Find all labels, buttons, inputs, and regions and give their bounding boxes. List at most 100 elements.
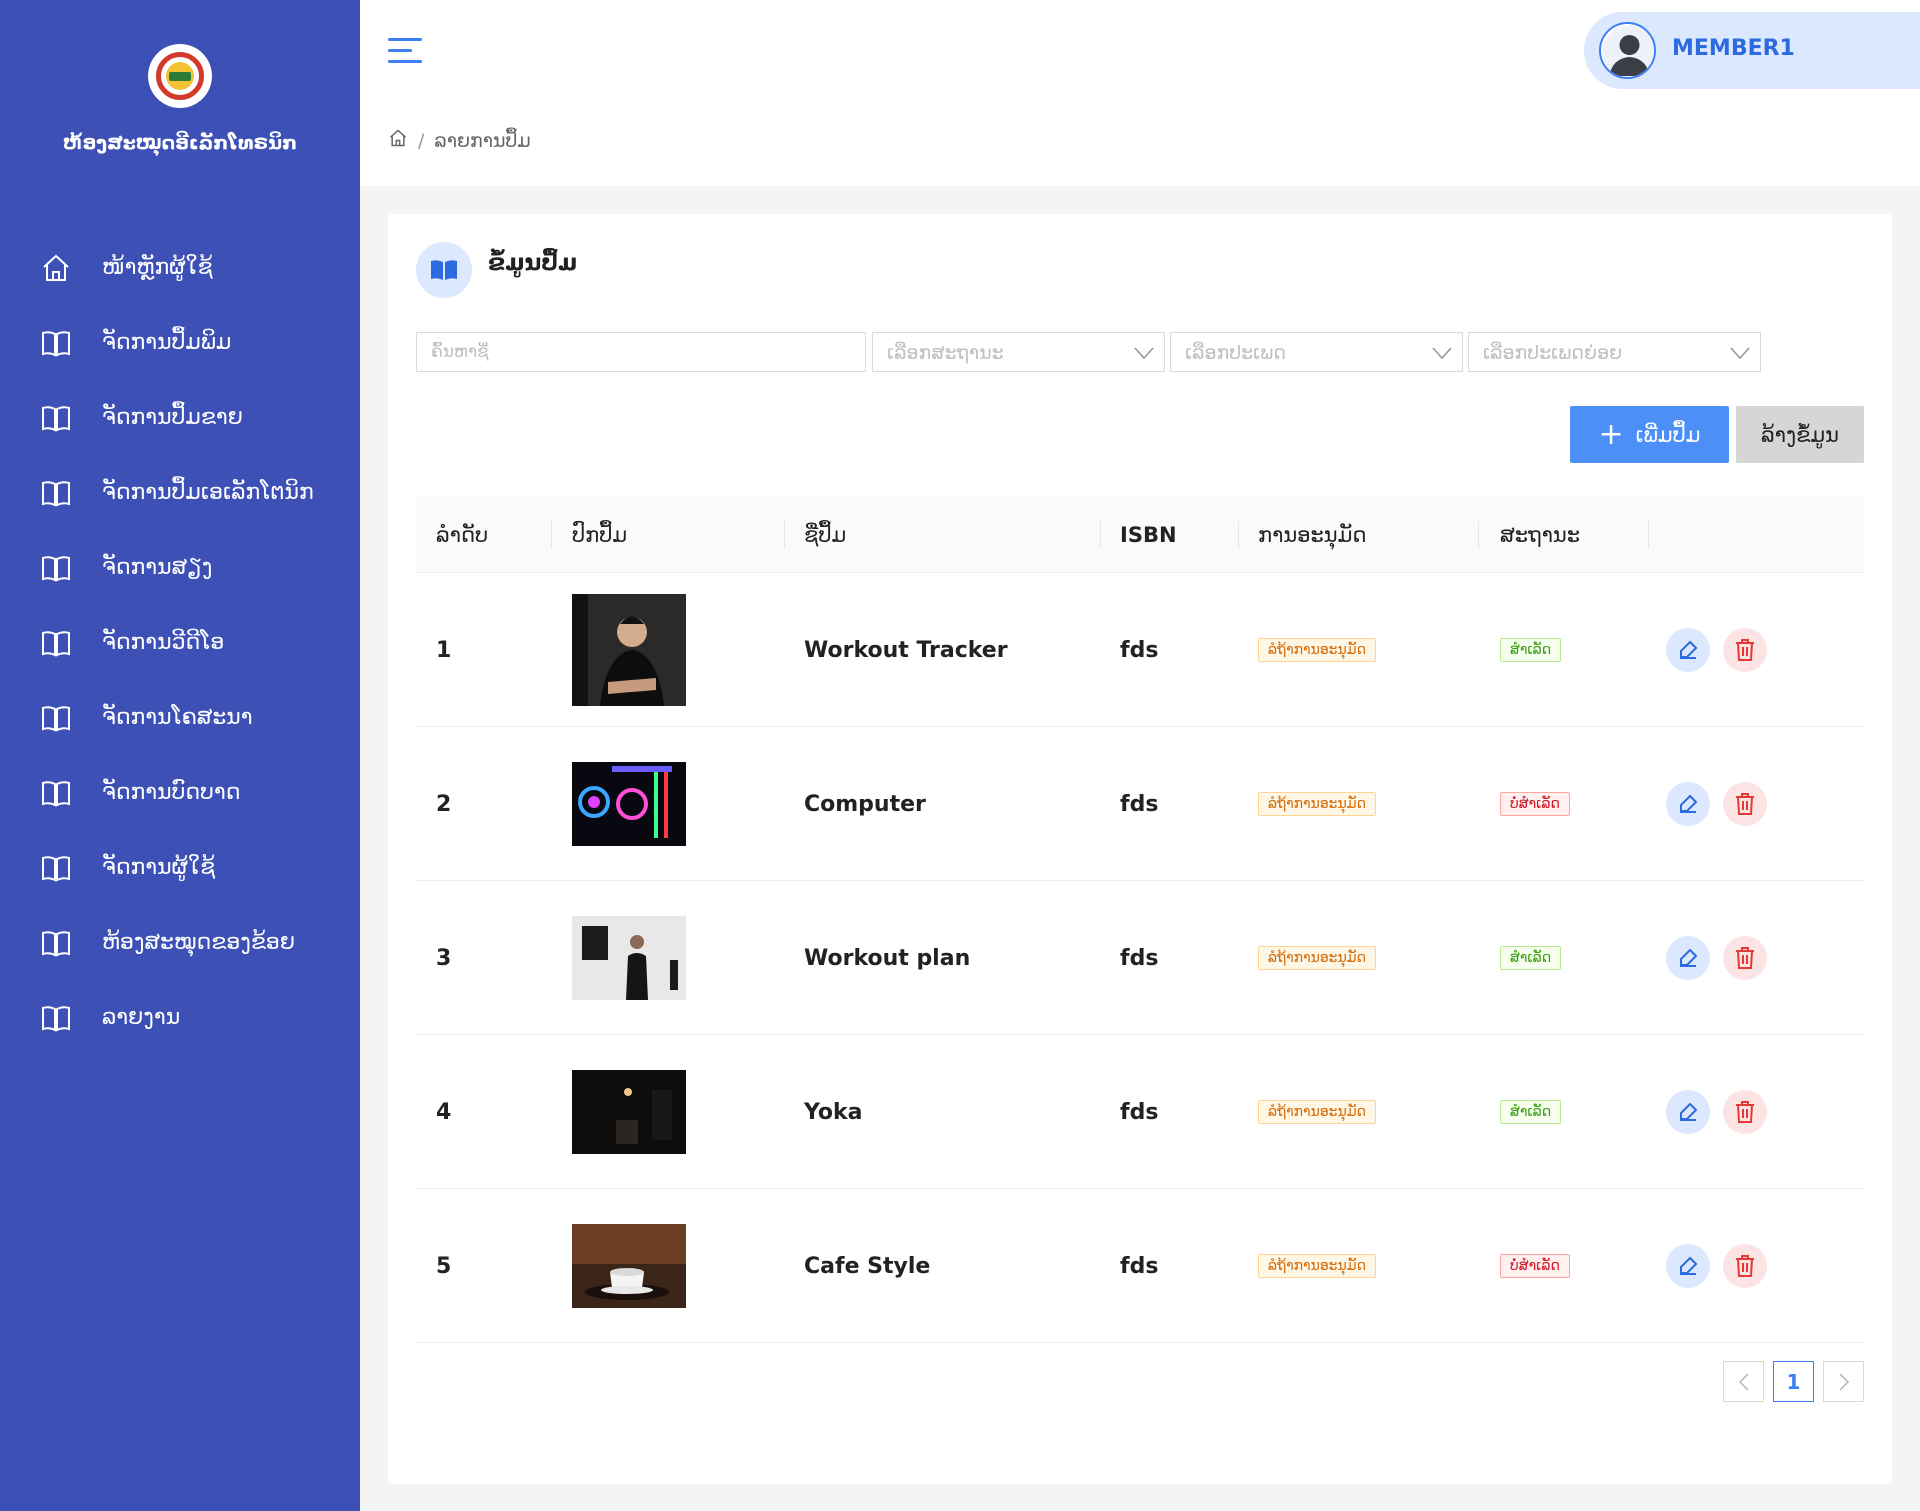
book-name: Cafe Style: [804, 1253, 931, 1279]
sidebar-item-label: ຈັດການບົດບາດ: [102, 780, 241, 805]
sidebar: ຫ້ອງສະໝຸດອີເລັກໂທຣນິກ ໜ້າຫຼັກຜູ້ໃຊ້ ຈັດກາ…: [0, 0, 360, 1511]
book-cover-image: [572, 1224, 686, 1308]
add-book-label: ເພີ່ມປຶ້ມ: [1635, 422, 1701, 447]
edit-icon: [1676, 1100, 1700, 1124]
search-input[interactable]: [416, 332, 866, 372]
edit-button[interactable]: [1666, 1090, 1710, 1134]
sidebar-item-label: ຈັດການສຽງ: [102, 555, 213, 580]
sidebar-item-1[interactable]: ຈັດການປຶ້ມພິມ: [0, 305, 360, 380]
table-body: 1 Workout Tracker fds ລໍຖ້າການອະນຸມັດ ສໍາເລັ…: [416, 573, 1864, 1343]
sidebar-item-6[interactable]: ຈັດການໂຄສະນາ: [0, 680, 360, 755]
delete-button[interactable]: [1723, 628, 1767, 672]
status-badge: ສໍາເລັດ: [1500, 1100, 1562, 1124]
trash-icon: [1734, 638, 1756, 662]
home-icon[interactable]: [388, 128, 408, 153]
sidebar-item-9[interactable]: ຫ້ອງສະໝຸດຂອງຂ້ອຍ: [0, 905, 360, 980]
edit-icon: [1676, 638, 1700, 662]
book-table: ລໍາດັບ ປົກປຶ້ມ ຊື່ປຶ້ມ ISBN ການອະນຸມັດ ສ…: [416, 497, 1864, 1343]
edit-button[interactable]: [1666, 782, 1710, 826]
avatar: [1599, 22, 1656, 79]
status-badge: ບໍ່ສໍາເລັດ: [1500, 1254, 1570, 1278]
delete-button[interactable]: [1723, 1090, 1767, 1134]
book-name: Computer: [804, 791, 926, 817]
th-approval: ການອະນຸມັດ: [1258, 523, 1367, 547]
book-icon: [40, 702, 72, 734]
sidebar-item-4[interactable]: ຈັດການສຽງ: [0, 530, 360, 605]
book-cover-image: [572, 594, 686, 706]
status-select-placeholder: ເລືອກສະຖານະ: [887, 342, 1004, 364]
edit-button[interactable]: [1666, 628, 1710, 672]
delete-button[interactable]: [1723, 936, 1767, 980]
edit-button[interactable]: [1666, 936, 1710, 980]
sidebar-item-label: ຈັດການວີດີໂອ: [102, 630, 225, 655]
trash-icon: [1734, 1254, 1756, 1278]
sidebar-item-label: ລາຍງານ: [102, 1005, 181, 1030]
book-isbn: fds: [1120, 945, 1159, 971]
top-header: MEMBER1 / ລາຍການປຶ້ມ: [360, 0, 1920, 186]
table-row: 5 Cafe Style fds ລໍຖ້າການອະນຸມັດ ບໍ່ສໍາເລັດ: [416, 1189, 1864, 1343]
row-index: 1: [436, 637, 452, 663]
th-status: ສະຖານະ: [1500, 523, 1581, 547]
menu-toggle-button[interactable]: [388, 38, 422, 64]
page-1-button[interactable]: 1: [1773, 1361, 1814, 1402]
status-badge: ບໍ່ສໍາເລັດ: [1500, 792, 1570, 816]
row-index: 2: [436, 791, 452, 817]
chevron-right-icon: [1838, 1372, 1849, 1391]
status-badge: ສໍາເລັດ: [1500, 638, 1562, 662]
status-badge: ສໍາເລັດ: [1500, 946, 1562, 970]
trash-icon: [1734, 946, 1756, 970]
subcategory-select[interactable]: ເລືອກປະເພດຍ່ອຍ: [1468, 332, 1761, 372]
table-row: 1 Workout Tracker fds ລໍຖ້າການອະນຸມັດ ສໍາເລັ…: [416, 573, 1864, 727]
book-icon: [40, 1002, 72, 1034]
clear-label: ລ້າງຂໍ້ມູນ: [1760, 422, 1839, 447]
approval-badge: ລໍຖ້າການອະນຸມັດ: [1258, 1254, 1376, 1278]
table-row: 4 Yoka fds ລໍຖ້າການອະນຸມັດ ສໍາເລັດ: [416, 1035, 1864, 1189]
sidebar-item-5[interactable]: ຈັດການວີດີໂອ: [0, 605, 360, 680]
book-name: Workout plan: [804, 945, 971, 971]
th-name: ຊື່ປຶ້ມ: [804, 523, 847, 547]
user-profile[interactable]: MEMBER1: [1584, 12, 1920, 89]
prev-page-button[interactable]: [1723, 1361, 1764, 1402]
sidebar-item-label: ຈັດການປຶ້ມເອເລັກໂຕນິກ: [102, 480, 314, 505]
trash-icon: [1734, 1100, 1756, 1124]
book-icon: [40, 927, 72, 959]
delete-button[interactable]: [1723, 1244, 1767, 1288]
chevron-down-icon: [1432, 347, 1452, 360]
sidebar-item-3[interactable]: ຈັດການປຶ້ມເອເລັກໂຕນິກ: [0, 455, 360, 530]
book-icon: [40, 777, 72, 809]
clear-button[interactable]: ລ້າງຂໍ້ມູນ: [1736, 406, 1864, 463]
delete-button[interactable]: [1723, 782, 1767, 826]
sidebar-item-0[interactable]: ໜ້າຫຼັກຜູ້ໃຊ້: [0, 230, 360, 305]
sidebar-item-2[interactable]: ຈັດການປຶ້ມຂາຍ: [0, 380, 360, 455]
th-index: ລໍາດັບ: [436, 523, 489, 547]
edit-button[interactable]: [1666, 1244, 1710, 1288]
book-icon: [40, 402, 72, 434]
sidebar-item-10[interactable]: ລາຍງານ: [0, 980, 360, 1055]
book-isbn: fds: [1120, 637, 1159, 663]
edit-icon: [1676, 1254, 1700, 1278]
chevron-left-icon: [1738, 1372, 1749, 1391]
sidebar-item-7[interactable]: ຈັດການບົດບາດ: [0, 755, 360, 830]
sidebar-item-label: ຈັດການປຶ້ມຂາຍ: [102, 405, 243, 430]
book-cover-image: [572, 1070, 686, 1154]
plus-icon: +: [1598, 416, 1624, 452]
sidebar-item-8[interactable]: ຈັດການຜູ້ໃຊ້: [0, 830, 360, 905]
approval-badge: ລໍຖ້າການອະນຸມັດ: [1258, 638, 1376, 662]
app-logo: [148, 44, 212, 108]
next-page-button[interactable]: [1823, 1361, 1864, 1402]
add-book-button[interactable]: + ເພີ່ມປຶ້ມ: [1570, 406, 1729, 463]
book-icon: [40, 552, 72, 584]
th-cover: ປົກປຶ້ມ: [572, 523, 628, 547]
category-select[interactable]: ເລືອກປະເພດ: [1170, 332, 1463, 372]
status-select[interactable]: ເລືອກສະຖານະ: [872, 332, 1165, 372]
breadcrumb: / ລາຍການປຶ້ມ: [388, 128, 531, 153]
book-icon: [40, 627, 72, 659]
subcategory-select-placeholder: ເລືອກປະເພດຍ່ອຍ: [1483, 342, 1623, 364]
sidebar-item-label: ຈັດການປຶ້ມພິມ: [102, 330, 232, 355]
book-isbn: fds: [1120, 791, 1159, 817]
book-name: Workout Tracker: [804, 637, 1008, 663]
book-cover-image: [572, 916, 686, 1000]
open-book-icon: [416, 242, 472, 298]
sidebar-item-label: ຈັດການໂຄສະນາ: [102, 705, 253, 730]
row-index: 3: [436, 945, 452, 971]
